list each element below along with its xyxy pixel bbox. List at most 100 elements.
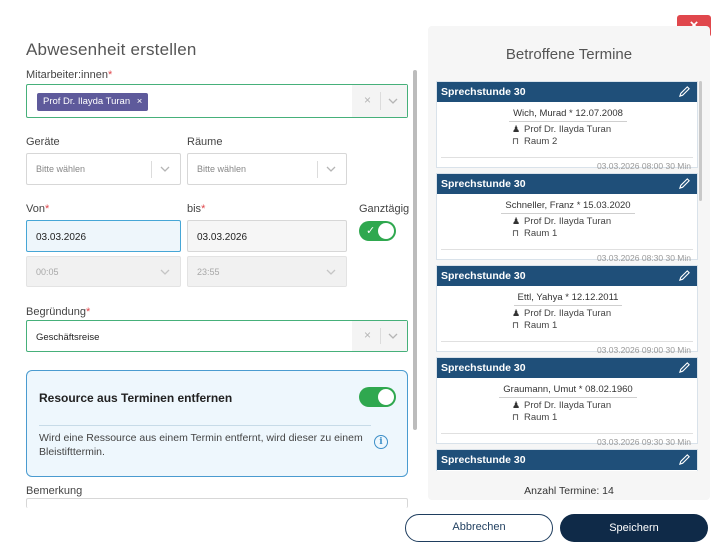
patient-name: Graumann, Umut * 08.02.1960 [437, 384, 699, 398]
appointment-title: Sprechstunde 30 [441, 178, 526, 190]
appointment-count: Anzahl Termine: 14 [524, 485, 614, 497]
appointment-title: Sprechstunde 30 [441, 362, 526, 374]
devices-label: Geräte [26, 136, 60, 148]
reason-label: Begründung* [26, 306, 91, 318]
room-icon: ⊓ [512, 412, 520, 422]
resource-removal-toggle[interactable] [359, 387, 396, 407]
appointment-card[interactable]: Sprechstunde 30 Graumann, Umut * 08.02.1… [436, 357, 699, 447]
form-scrollbar[interactable] [413, 70, 417, 430]
select-separator [317, 161, 318, 178]
toggle-knob [378, 223, 394, 239]
doctor-line: ♟ Prof Dr. Ilayda Turan [512, 216, 612, 227]
rooms-label: Räume [187, 136, 223, 148]
room-line: ⊓ Raum 1 [512, 320, 558, 331]
cancel-button[interactable]: Abbrechen [405, 514, 553, 542]
room-icon: ⊓ [512, 320, 520, 330]
chip-remove-icon[interactable]: × [137, 96, 143, 107]
chevron-down-icon[interactable] [386, 94, 400, 108]
employees-select[interactable]: Prof Dr. Ilayda Turan × × [26, 84, 408, 118]
appointment-title: Sprechstunde 30 [441, 86, 526, 98]
info-icon[interactable]: i [374, 435, 388, 449]
absence-form: Abwesenheit erstellen Mitarbeiter:innen*… [0, 0, 420, 508]
dialog-title: Abwesenheit erstellen [26, 40, 197, 59]
remark-textarea[interactable] [26, 498, 408, 508]
pencil-icon[interactable] [678, 85, 691, 98]
patient-name: Schneller, Franz * 15.03.2020 [437, 200, 699, 214]
room-line: ⊓ Raum 2 [512, 136, 558, 147]
divider [441, 341, 693, 342]
pencil-icon[interactable] [678, 453, 691, 466]
appointment-card-header: Sprechstunde 30 [437, 358, 697, 378]
divider [441, 433, 693, 434]
clear-reason-icon[interactable]: × [364, 328, 371, 342]
from-time-select: 00:05 [26, 256, 181, 287]
appointment-card[interactable]: Sprechstunde 30 Wich, Murad * 12.07.2008… [436, 81, 699, 171]
select-separator [380, 92, 381, 110]
appointment-time: 03.03.2026 08:30 30 Min [596, 253, 691, 263]
appointment-time: 03.03.2026 08:00 30 Min [596, 161, 691, 171]
to-date-input[interactable]: 03.03.2026 [187, 220, 347, 252]
appointments-scrollbar[interactable] [699, 81, 702, 201]
patient-name: Ettl, Yahya * 12.12.2011 [437, 292, 699, 306]
appointment-card-header: Sprechstunde 30 [437, 450, 697, 470]
room-icon: ⊓ [512, 228, 520, 238]
all-day-toggle[interactable]: ✓ [359, 221, 396, 241]
devices-placeholder: Bitte wählen [36, 164, 86, 174]
from-label: Von* [26, 203, 50, 215]
affected-appointments-panel: Betroffene Termine Sprechstunde 30 Wich,… [428, 26, 710, 500]
appointment-card-header: Sprechstunde 30 [437, 174, 697, 194]
employees-label: Mitarbeiter:innen* [26, 69, 113, 81]
remark-label: Bemerkung [26, 485, 83, 497]
chevron-down-icon[interactable] [324, 162, 338, 176]
room-line: ⊓ Raum 1 [512, 412, 558, 423]
reason-value: Geschäftsreise [36, 332, 100, 343]
person-icon: ♟ [512, 308, 521, 318]
appointment-card[interactable]: Sprechstunde 30 Ettl, Yahya * 12.12.2011… [436, 265, 699, 355]
from-date-value: 03.03.2026 [36, 232, 87, 243]
pencil-icon[interactable] [678, 361, 691, 374]
to-label: bis* [187, 203, 206, 215]
devices-select[interactable]: Bitte wählen [26, 153, 181, 185]
resource-title: Resource aus Terminen entfernen [39, 391, 233, 405]
chevron-down-icon[interactable] [158, 162, 172, 176]
person-icon: ♟ [512, 216, 521, 226]
chevron-down-icon [160, 269, 170, 275]
pencil-icon[interactable] [678, 177, 691, 190]
person-icon: ♟ [512, 400, 521, 410]
to-date-value: 03.03.2026 [197, 232, 248, 243]
divider [39, 425, 371, 426]
save-button[interactable]: Speichern [560, 514, 708, 542]
employee-chip: Prof Dr. Ilayda Turan × [37, 93, 149, 111]
from-date-input[interactable]: 03.03.2026 [26, 220, 181, 252]
appointment-time: 03.03.2026 09:00 30 Min [596, 345, 691, 355]
room-line: ⊓ Raum 1 [512, 228, 558, 239]
doctor-line: ♟ Prof Dr. Ilayda Turan [512, 124, 612, 135]
clear-employees-icon[interactable]: × [364, 93, 371, 107]
doctor-line: ♟ Prof Dr. Ilayda Turan [512, 400, 612, 411]
to-time-value: 23:55 [197, 267, 220, 277]
person-icon: ♟ [512, 124, 521, 134]
resource-description: Wird eine Ressource aus einem Termin ent… [39, 432, 363, 458]
pencil-icon[interactable] [678, 269, 691, 282]
reason-select[interactable]: Geschäftsreise × [26, 320, 408, 352]
doctor-line: ♟ Prof Dr. Ilayda Turan [512, 308, 612, 319]
create-absence-dialog: × Abwesenheit erstellen Mitarbeiter:inne… [0, 0, 712, 552]
toggle-knob [378, 389, 394, 405]
appointment-card-header: Sprechstunde 30 [437, 266, 697, 286]
affected-title: Betroffene Termine [505, 46, 633, 63]
appointment-title: Sprechstunde 30 [441, 454, 526, 466]
check-icon: ✓ [366, 225, 376, 237]
employee-chip-label: Prof Dr. Ilayda Turan [43, 96, 131, 107]
appointment-card[interactable]: Sprechstunde 30 Schneller, Franz * 15.03… [436, 173, 699, 263]
chevron-down-icon[interactable] [386, 329, 400, 343]
divider [441, 157, 693, 158]
rooms-select[interactable]: Bitte wählen [187, 153, 347, 185]
from-time-value: 00:05 [36, 267, 59, 277]
appointment-card-header: Sprechstunde 30 [437, 82, 697, 102]
patient-name: Wich, Murad * 12.07.2008 [437, 108, 699, 122]
all-day-label: Ganztägig [359, 203, 410, 215]
appointment-card[interactable]: Sprechstunde 30 [436, 449, 698, 471]
select-separator [380, 328, 381, 344]
resource-removal-panel: Resource aus Terminen entfernen Wird ein… [26, 370, 408, 477]
appointment-time: 03.03.2026 09:30 30 Min [596, 437, 691, 447]
